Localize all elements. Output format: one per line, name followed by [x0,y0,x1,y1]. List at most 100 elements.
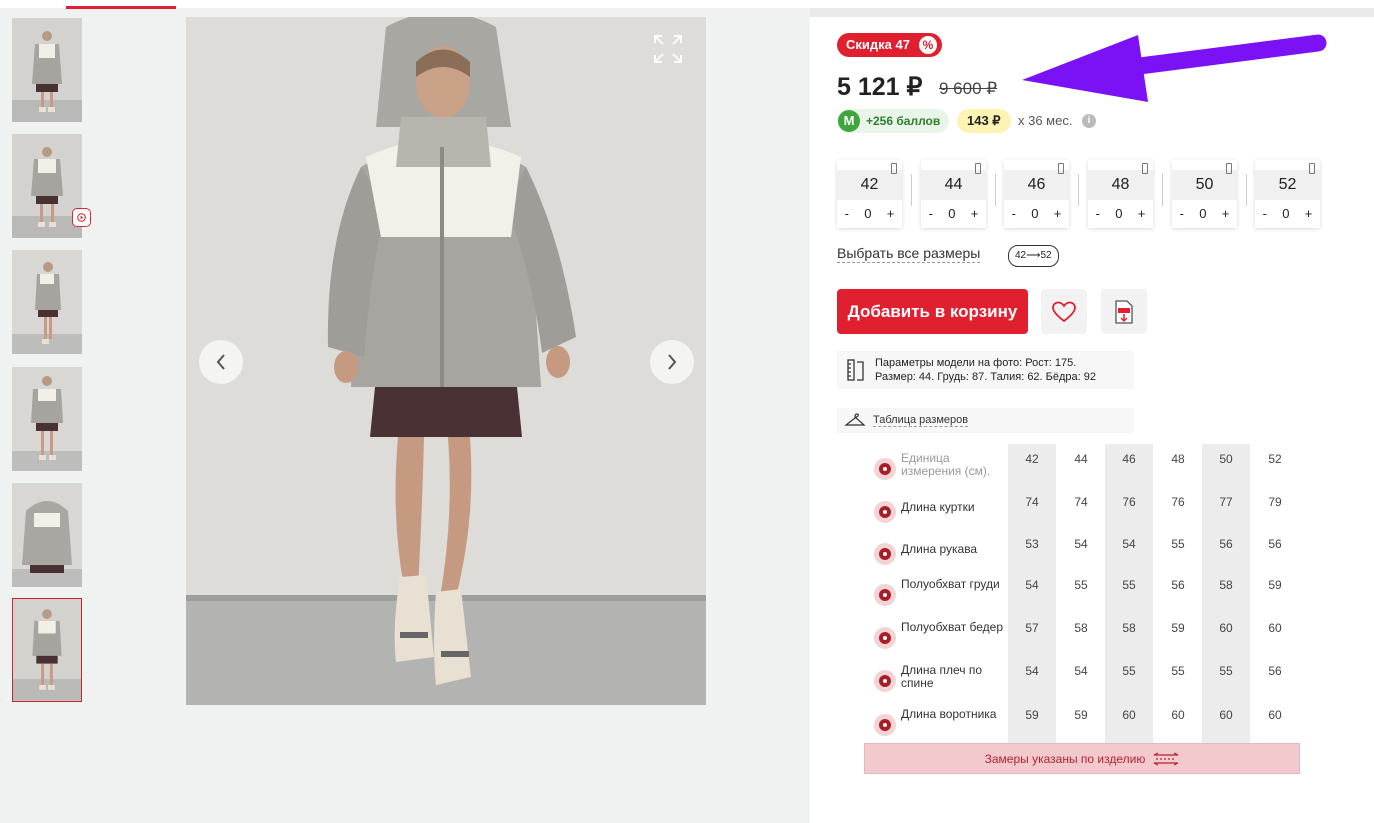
bonus-points-badge[interactable]: M +256 баллов [837,109,950,133]
pdf-download-icon [1115,299,1133,324]
size-table-cell: 53 [1025,537,1039,551]
thumbnail-1[interactable] [12,18,82,122]
size-range-chip[interactable]: 42⟶52 [1008,245,1059,267]
size-value[interactable]: 46 [1004,170,1069,200]
chevron-right-icon [668,354,677,370]
measure-point-icon [874,670,896,692]
size-table-cell: 55 [1122,578,1136,592]
size-table-row-label: Длина воротника [901,707,997,721]
top-bar [0,0,1374,9]
current-price: 5 121 ₽ [837,73,923,101]
increment-button[interactable]: + [1222,206,1230,221]
size-table-cell: 50 [1219,452,1233,466]
size-value[interactable]: 44 [921,170,986,200]
hanger-icon [844,413,866,426]
annotation-arrow-icon [1022,34,1327,102]
quantity-value: 0 [1199,206,1207,221]
size-table-cell: 58 [1074,621,1088,635]
decrement-button[interactable]: - [1180,206,1184,221]
size-table-cell: 60 [1268,708,1282,722]
increment-button[interactable]: + [1305,206,1313,221]
size-table-cell: 55 [1171,537,1185,551]
size-divider [911,174,912,206]
info-icon[interactable]: i [1082,114,1096,128]
pdf-download-button[interactable] [1101,289,1147,334]
size-divider [1162,174,1163,206]
measure-point-icon [874,501,896,523]
size-table-cell: 55 [1171,664,1185,678]
favorite-button[interactable] [1041,289,1087,334]
video-play-icon[interactable] [72,208,91,227]
size-value[interactable]: 50 [1172,170,1237,200]
quantity-value: 0 [948,206,956,221]
size-table-cell: 76 [1171,495,1185,509]
decrement-button[interactable]: - [929,206,933,221]
increment-button[interactable]: + [887,206,895,221]
prev-image-button[interactable] [199,340,243,384]
decrement-button[interactable]: - [845,206,849,221]
size-table-cell: 74 [1025,495,1039,509]
size-table-row-label: Единица измерения (см). [901,451,991,478]
phone-icon [1142,163,1148,174]
phone-icon [1309,163,1315,174]
size-divider [1246,174,1247,206]
size-card[interactable]: 50 -0 + [1172,160,1237,228]
increment-button[interactable]: + [1138,206,1146,221]
size-table-cell: 59 [1268,578,1282,592]
measure-tape-icon [1154,751,1179,766]
size-table-row-label: Полуобхват груди [901,577,1000,591]
thumbnail-6[interactable] [12,598,82,702]
size-table-cell: 59 [1025,708,1039,722]
main-product-photo [186,17,706,705]
size-card[interactable]: 52 -0 + [1255,160,1320,228]
size-table-cell: 56 [1219,537,1233,551]
size-table-cell: 58 [1122,621,1136,635]
measure-point-icon [874,714,896,736]
decrement-button[interactable]: - [1012,206,1016,221]
next-image-button[interactable] [650,340,694,384]
increment-button[interactable]: + [971,206,979,221]
size-card[interactable]: 42 -0 + [837,160,902,228]
size-value[interactable]: 52 [1255,170,1320,200]
size-table-cell: 46 [1122,452,1136,466]
quantity-value: 0 [864,206,872,221]
thumbnail-3[interactable] [12,250,82,354]
column-shade [1105,444,1153,744]
size-table-cell: 55 [1122,664,1136,678]
size-card[interactable]: 48 -0 + [1088,160,1153,228]
ruler-icon [847,359,864,381]
size-table-cell: 56 [1171,578,1185,592]
size-table-link[interactable]: Таблица размеров [873,414,969,427]
size-table-cell: 60 [1219,708,1233,722]
size-value[interactable]: 48 [1088,170,1153,200]
expand-icon[interactable] [652,33,684,65]
decrement-button[interactable]: - [1263,206,1267,221]
thumbnail-5[interactable] [12,483,82,587]
column-shade [1008,444,1056,744]
decrement-button[interactable]: - [1096,206,1100,221]
size-divider [1078,174,1079,206]
size-table-cell: 58 [1219,578,1233,592]
size-table-cell: 56 [1268,664,1282,678]
size-table-cell: 54 [1025,664,1039,678]
size-value[interactable]: 42 [837,170,902,200]
phone-icon [1058,163,1064,174]
increment-button[interactable]: + [1054,206,1062,221]
installment-badge[interactable]: 143 ₽ [957,109,1011,133]
select-all-sizes-link[interactable]: Выбрать все размеры [837,245,981,263]
old-price: 9 600 ₽ [939,79,998,98]
size-card[interactable]: 44 -0 + [921,160,986,228]
size-table-cell: 48 [1171,452,1185,466]
points-text: +256 баллов [866,114,941,128]
thumbnail-4[interactable] [12,367,82,471]
heart-icon [1052,301,1076,322]
size-table-link-row[interactable]: Таблица размеров [837,408,1134,433]
percent-icon: % [918,36,937,54]
size-table-cell: 76 [1122,495,1136,509]
size-card[interactable]: 46 -0 + [1004,160,1069,228]
size-table-cell: 54 [1122,537,1136,551]
quantity-value: 0 [1031,206,1039,221]
size-table-cell: 56 [1268,537,1282,551]
model-params-line-1: Параметры модели на фото: Рост: 175. [875,357,1077,369]
add-to-cart-button[interactable]: Добавить в корзину [837,289,1028,334]
